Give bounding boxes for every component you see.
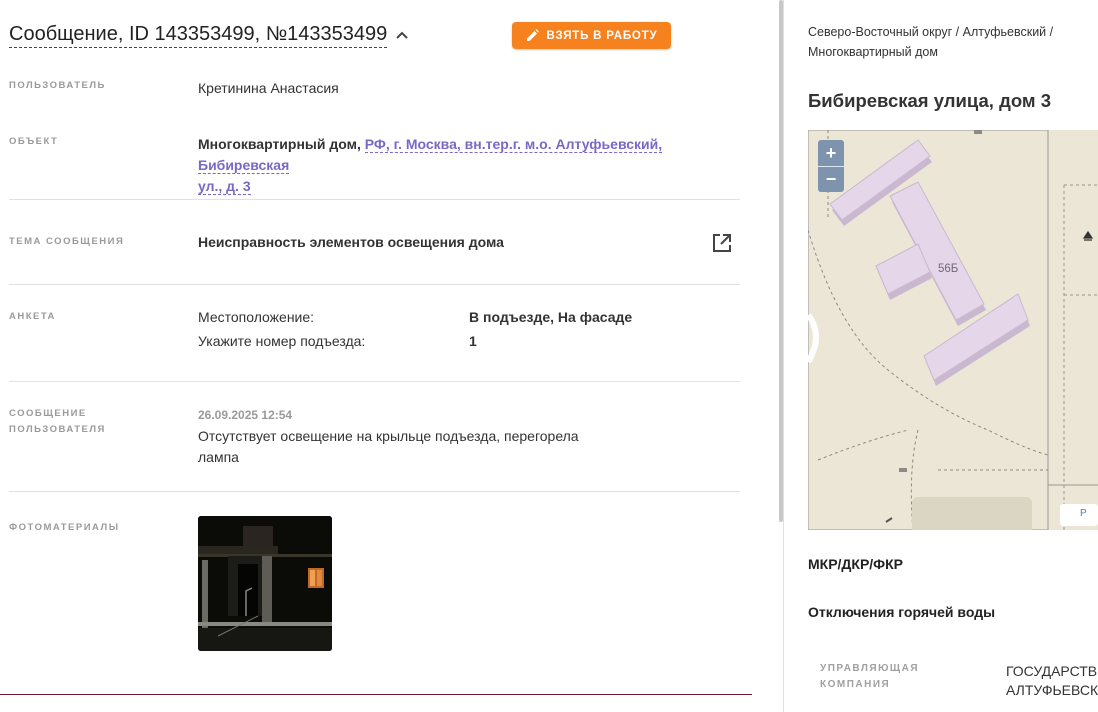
topic-label: ТЕМА СООБЩЕНИЯ bbox=[9, 236, 125, 247]
take-to-work-label: ВЗЯТЬ В РАБОТУ bbox=[546, 29, 658, 42]
topic-value: Неисправность элементов освещения дома bbox=[198, 234, 504, 250]
map-zoom-controls: + − bbox=[818, 140, 844, 192]
form-answer-location: В подъезде, На фасаде bbox=[469, 309, 633, 325]
object-value: Многоквартирный дом, РФ, г. Москва, вн.т… bbox=[198, 134, 728, 197]
hot-water-outages-section[interactable]: Отключения горячей воды bbox=[808, 604, 995, 620]
object-type: Многоквартирный дом, bbox=[198, 136, 361, 152]
management-company-value: ГОСУДАРСТВЕННОЕАЛТУФЬЕВСКОЕ bbox=[1006, 663, 1098, 698]
management-company-label: УПРАВЛЯЮЩАЯ КОМПАНИЯ bbox=[820, 663, 920, 690]
user-label: ПОЛЬЗОВАТЕЛЬ bbox=[9, 80, 106, 91]
object-side-panel: Северо-Восточный округ / Алтуфьевский / М… bbox=[784, 0, 1098, 712]
parking-label: P bbox=[1080, 508, 1087, 519]
divider bbox=[9, 199, 740, 200]
form-answer-entrance: 1 bbox=[469, 333, 477, 349]
message-date: 26.09.2025 12:54 bbox=[198, 408, 293, 422]
take-to-work-button[interactable]: ВЗЯТЬ В РАБОТУ bbox=[512, 22, 671, 49]
message-label: СООБЩЕНИЕ ПОЛЬЗОВАТЕЛЯ bbox=[9, 408, 106, 435]
repair-program-section[interactable]: МКР/ДКР/ФКР bbox=[808, 556, 903, 572]
page-title[interactable]: Сообщение, ID 143353499, №143353499 bbox=[9, 22, 388, 48]
object-label: ОБЪЕКТ bbox=[9, 136, 59, 147]
form-label: АНКЕТА bbox=[9, 311, 56, 322]
divider bbox=[9, 491, 740, 492]
building-number-label: 56Б bbox=[938, 263, 959, 275]
title-row: Сообщение, ID 143353499, №143353499 bbox=[9, 22, 409, 48]
zoom-in-button[interactable]: + bbox=[818, 140, 844, 166]
user-value: Кретинина Анастасия bbox=[198, 80, 339, 96]
zoom-out-button[interactable]: − bbox=[818, 166, 844, 192]
photos-label: ФОТОМАТЕРИАЛЫ bbox=[9, 522, 120, 533]
pencil-icon bbox=[526, 29, 539, 41]
form-question-location: Местоположение: bbox=[198, 309, 315, 325]
external-link-icon[interactable] bbox=[711, 232, 733, 254]
object-address-title: Бибиревская улица, дом 3 bbox=[808, 90, 1051, 111]
object-address-link-cont[interactable]: ул., д. 3 bbox=[198, 178, 251, 195]
form-question-entrance: Укажите номер подъезда: bbox=[198, 333, 366, 349]
divider bbox=[9, 284, 740, 285]
photo-thumbnail[interactable] bbox=[198, 516, 332, 651]
map[interactable]: 56Б P + − bbox=[808, 130, 1098, 530]
divider bbox=[9, 381, 740, 382]
chevron-up-icon[interactable] bbox=[395, 28, 409, 42]
breadcrumb: Северо-Восточный округ / Алтуфьевский / М… bbox=[808, 25, 1054, 59]
message-text: Отсутствует освещение на крыльце подъезд… bbox=[198, 428, 579, 465]
divider bbox=[0, 694, 752, 695]
message-panel: Сообщение, ID 143353499, №143353499 ВЗЯТ… bbox=[0, 0, 778, 712]
